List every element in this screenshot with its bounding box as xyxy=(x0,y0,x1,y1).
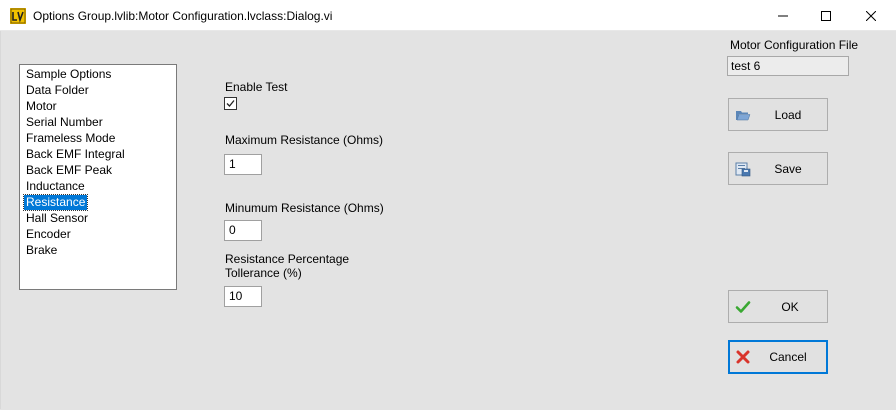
max-resistance-input[interactable]: 1 xyxy=(224,154,262,175)
list-item-back-emf-peak[interactable]: Back EMF Peak xyxy=(24,163,114,178)
close-button[interactable] xyxy=(848,0,894,31)
list-item-motor[interactable]: Motor xyxy=(24,99,59,114)
list-item-brake[interactable]: Brake xyxy=(24,243,59,258)
config-file-field[interactable]: test 6 xyxy=(727,56,849,76)
list-item-encoder[interactable]: Encoder xyxy=(24,227,73,242)
list-item-sample-options[interactable]: Sample Options xyxy=(24,67,113,82)
config-file-label: Motor Configuration File xyxy=(730,38,859,52)
close-icon xyxy=(866,10,876,21)
list-item-frameless-mode[interactable]: Frameless Mode xyxy=(24,131,117,146)
checkmark-icon xyxy=(226,100,235,107)
list-item-back-emf-integral[interactable]: Back EMF Integral xyxy=(24,147,127,162)
enable-test-label: Enable Test xyxy=(225,80,288,94)
ok-button-label: OK xyxy=(781,300,799,314)
cancel-button[interactable]: Cancel xyxy=(728,340,828,374)
max-resistance-label: Maximum Resistance (Ohms) xyxy=(225,133,384,147)
options-category-list[interactable]: Sample Options Data Folder Motor Serial Num… xyxy=(19,64,177,290)
tolerance-input[interactable]: 10 xyxy=(224,286,262,307)
tolerance-label-line2: Tollerance (%) xyxy=(225,266,302,280)
window-title: Options Group.lvlib:Motor Configuration.… xyxy=(33,9,333,23)
ok-button[interactable]: OK xyxy=(728,290,828,323)
title-bar: Options Group.lvlib:Motor Configuration.… xyxy=(0,0,896,31)
load-button[interactable]: Load xyxy=(728,98,828,131)
tolerance-label-line1: Resistance Percentage xyxy=(225,252,350,266)
load-button-label: Load xyxy=(774,108,802,122)
list-item-hall-sensor[interactable]: Hall Sensor xyxy=(24,211,90,226)
list-item-resistance[interactable]: Resistance xyxy=(22,194,89,211)
maximize-button[interactable] xyxy=(803,0,849,31)
maximize-icon xyxy=(821,10,831,21)
save-button[interactable]: Save xyxy=(728,152,828,185)
minimize-icon xyxy=(778,15,788,16)
min-resistance-input[interactable]: 0 xyxy=(224,220,262,241)
list-item-data-folder[interactable]: Data Folder xyxy=(24,83,91,98)
cancel-button-label: Cancel xyxy=(769,350,807,364)
labview-app-icon xyxy=(10,8,26,24)
min-resistance-label: Minumum Resistance (Ohms) xyxy=(225,201,384,215)
list-item-serial-number[interactable]: Serial Number xyxy=(24,115,105,130)
minimize-button[interactable] xyxy=(760,0,806,31)
list-item-inductance[interactable]: Inductance xyxy=(24,179,87,194)
save-button-label: Save xyxy=(774,162,802,176)
enable-test-checkbox[interactable] xyxy=(224,97,237,110)
